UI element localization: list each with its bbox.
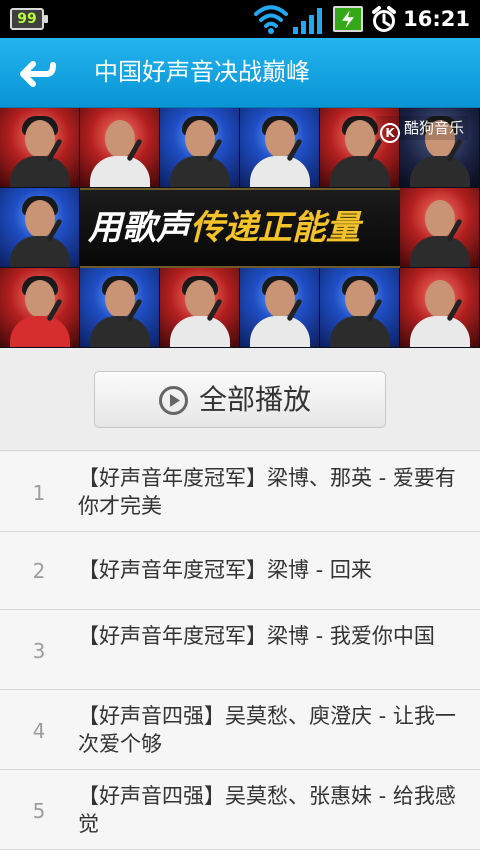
song-title: 【好声音年度冠军】梁博、那英 - 爱要有你才完美 (78, 466, 456, 518)
song-title: 【好声音四强】吴莫愁、张惠妹 - 给我感觉 (78, 784, 456, 836)
singer-photo (0, 188, 80, 268)
singer-photo (400, 188, 480, 268)
banner-slogan: 用歌声传递正能量 (80, 188, 400, 268)
play-all-label: 全部播放 (199, 383, 312, 416)
list-item[interactable]: 4 【好声音四强】吴莫愁、庾澄庆 - 让我一次爱个够 (0, 690, 480, 770)
signal-icon (293, 8, 322, 34)
singer-photo (80, 268, 160, 348)
page-title: 中国好声音决战巅峰 (94, 58, 310, 86)
singer-photo (240, 108, 320, 188)
song-index: 5 (32, 799, 46, 823)
singer-photo (160, 108, 240, 188)
song-title: 【好声音年度冠军】梁博 - 回来 (78, 558, 372, 582)
song-index: 1 (32, 481, 46, 505)
list-item[interactable]: 1 【好声音年度冠军】梁博、那英 - 爱要有你才完美 (0, 452, 480, 532)
brand-name: 酷狗音乐 (404, 119, 465, 137)
voice-banner[interactable]: 用歌声传递正能量 K 酷狗音乐 (0, 108, 480, 348)
status-bar: 99 16:21 (0, 0, 480, 38)
song-index: 2 (32, 559, 46, 583)
list-item[interactable]: 5 【好声音四强】吴莫愁、张惠妹 - 给我感觉 (0, 770, 480, 850)
title-bar: 中国好声音决战巅峰 (0, 38, 480, 108)
kugou-logo-icon: K (380, 123, 400, 143)
back-button[interactable] (10, 52, 62, 92)
play-circle-icon (159, 386, 188, 415)
wifi-icon (254, 5, 288, 34)
alarm-icon (372, 6, 396, 32)
play-all-area: 全部播放 (0, 348, 480, 451)
charging-icon (333, 6, 363, 32)
back-arrow-icon (20, 61, 56, 87)
singer-photo (320, 268, 400, 348)
slogan-text: 用歌声传递正能量 (88, 204, 392, 252)
slogan-part-1: 用歌声 (88, 208, 190, 248)
singer-photo (160, 268, 240, 348)
singer-photo (0, 108, 80, 188)
status-time: 16:21 (403, 7, 470, 31)
song-title: 【好声音四强】吴莫愁、庾澄庆 - 让我一次爱个够 (78, 704, 456, 756)
kugou-music-logo: K 酷狗音乐 (376, 116, 469, 143)
list-item[interactable]: 2 【好声音年度冠军】梁博 - 回来 (0, 532, 480, 610)
slogan-part-2: 传递正能量 (190, 208, 360, 248)
singer-photo (240, 268, 320, 348)
play-all-button[interactable]: 全部播放 (94, 371, 386, 428)
singer-photo (0, 268, 80, 348)
list-item[interactable]: 3 【好声音年度冠军】梁博 - 我爱你中国 (0, 610, 480, 690)
song-index: 3 (32, 639, 46, 663)
song-title: 【好声音年度冠军】梁博 - 我爱你中国 (78, 624, 435, 648)
song-list: 1 【好声音年度冠军】梁博、那英 - 爱要有你才完美 2 【好声音年度冠军】梁博… (0, 452, 480, 850)
song-index: 4 (32, 719, 46, 743)
singer-photo (400, 268, 480, 348)
battery-level-icon: 99 (10, 8, 48, 30)
singer-photo (80, 108, 160, 188)
